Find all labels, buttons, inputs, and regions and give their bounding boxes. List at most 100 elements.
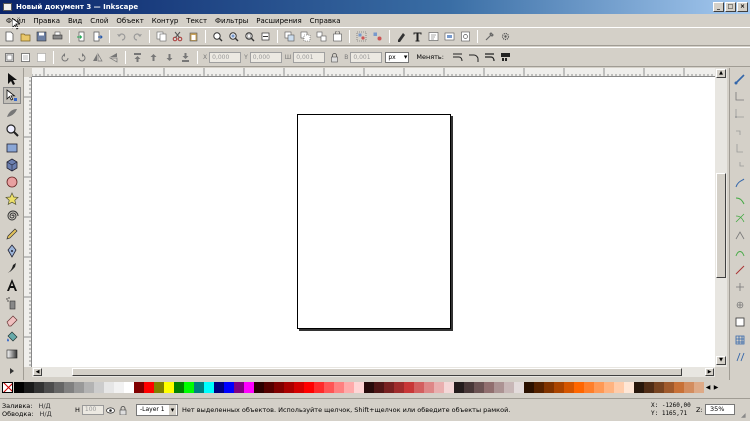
vertical-scroll-thumb[interactable] (716, 173, 726, 278)
color-swatch[interactable] (514, 381, 524, 393)
copy-button[interactable] (155, 30, 168, 43)
color-swatch[interactable] (324, 381, 334, 393)
undo-button[interactable] (115, 30, 128, 43)
color-swatch[interactable] (554, 381, 564, 393)
y-input[interactable]: 0,000 (249, 51, 282, 63)
width-field[interactable]: Ш 0,001 (285, 51, 326, 63)
color-swatch[interactable] (664, 381, 674, 393)
snap-object-midpoints[interactable] (733, 279, 748, 296)
width-input[interactable]: 0,001 (293, 51, 326, 63)
color-swatch[interactable] (464, 381, 474, 393)
selector-tool[interactable] (3, 70, 21, 87)
color-swatch[interactable] (294, 381, 304, 393)
color-swatch[interactable] (524, 381, 534, 393)
palette-scroll-right-icon[interactable]: ▶ (712, 382, 720, 393)
color-swatch[interactable] (444, 381, 454, 393)
color-swatch[interactable] (224, 381, 234, 393)
new-document-button[interactable] (3, 30, 16, 43)
spiral-tool[interactable] (3, 208, 21, 225)
maximize-button[interactable]: □ (725, 2, 736, 12)
snap-bbox[interactable] (733, 87, 748, 104)
color-swatch[interactable] (94, 381, 104, 393)
color-swatch[interactable] (344, 381, 354, 393)
scroll-right-arrow-icon[interactable]: ▶ (705, 368, 714, 376)
color-swatch[interactable] (474, 381, 484, 393)
x-coordinate-field[interactable]: X 0,000 (203, 51, 242, 63)
toolbox-expand[interactable] (3, 363, 21, 380)
color-swatch[interactable] (594, 381, 604, 393)
height-field[interactable]: В 0,001 (344, 51, 383, 63)
color-swatch[interactable] (614, 381, 624, 393)
x-input[interactable]: 0,000 (209, 51, 242, 63)
paste-button[interactable] (187, 30, 200, 43)
save-button[interactable] (35, 30, 48, 43)
scale-corners-toggle[interactable] (467, 51, 480, 64)
vertical-ruler[interactable] (24, 77, 32, 367)
color-swatch[interactable] (304, 381, 314, 393)
color-swatch[interactable] (534, 381, 544, 393)
lower-to-bottom-button[interactable] (179, 51, 192, 64)
close-button[interactable]: × (737, 2, 748, 12)
zoom-drawing-button[interactable] (227, 30, 240, 43)
open-button[interactable] (19, 30, 32, 43)
color-swatch[interactable] (434, 381, 444, 393)
color-swatch[interactable] (574, 381, 584, 393)
color-swatch[interactable] (144, 381, 154, 393)
document-properties-button[interactable] (459, 30, 472, 43)
color-swatch[interactable] (274, 381, 284, 393)
no-color-swatch[interactable] (2, 381, 13, 393)
color-swatch[interactable] (234, 381, 244, 393)
color-swatch[interactable] (334, 381, 344, 393)
vertical-scrollbar[interactable]: ▲ ▼ (715, 68, 727, 367)
color-swatch[interactable] (694, 381, 704, 393)
color-swatch[interactable] (544, 381, 554, 393)
minimize-button[interactable]: _ (713, 2, 724, 12)
color-swatch[interactable] (74, 381, 84, 393)
pencil-tool[interactable] (3, 225, 21, 242)
preferences-button[interactable] (483, 30, 496, 43)
zoom-page-button[interactable] (243, 30, 256, 43)
color-swatch[interactable] (64, 381, 74, 393)
menu-object[interactable]: Объект (116, 17, 143, 25)
snap-nodes[interactable] (733, 174, 748, 191)
unlink-clone-button[interactable] (315, 30, 328, 43)
color-swatch[interactable] (384, 381, 394, 393)
tweak-tool[interactable] (3, 104, 21, 121)
color-swatch[interactable] (134, 381, 144, 393)
color-swatch[interactable] (284, 381, 294, 393)
color-swatch[interactable] (44, 381, 54, 393)
lower-button[interactable] (163, 51, 176, 64)
snap-toggle[interactable] (733, 70, 748, 87)
current-layer-select[interactable]: -Layer 1 (136, 404, 178, 416)
palette-scroll-left-icon[interactable]: ◀ (704, 382, 712, 393)
rotate-ccw-button[interactable] (59, 51, 72, 64)
scroll-down-arrow-icon[interactable]: ▼ (716, 356, 726, 365)
snap-rotation-center[interactable] (733, 296, 748, 313)
align-distribute-button[interactable] (443, 30, 456, 43)
pen-tool[interactable] (3, 242, 21, 259)
height-input[interactable]: 0,001 (350, 51, 383, 63)
transform-patterns-toggle[interactable] (499, 51, 512, 64)
color-swatch[interactable] (14, 381, 24, 393)
horizontal-ruler[interactable] (32, 68, 715, 77)
layer-lock-icon[interactable] (118, 405, 128, 415)
color-swatch[interactable] (174, 381, 184, 393)
color-swatch[interactable] (354, 381, 364, 393)
color-swatch[interactable] (264, 381, 274, 393)
color-swatch[interactable] (314, 381, 324, 393)
snap-page-border[interactable] (733, 313, 748, 330)
horizontal-scrollbar[interactable]: ◀ ▶ (32, 367, 715, 377)
flip-vertical-button[interactable] (107, 51, 120, 64)
color-swatch[interactable] (454, 381, 464, 393)
color-swatch[interactable] (204, 381, 214, 393)
resize-grip-icon[interactable]: ◢ (741, 412, 749, 420)
fill-stroke-indicator[interactable]: Заливка: Н/Д Обводка: Н/Д (2, 402, 52, 418)
snap-intersections[interactable] (733, 209, 748, 226)
group-button[interactable] (355, 30, 368, 43)
ellipse-tool[interactable] (3, 173, 21, 190)
print-button[interactable] (51, 30, 64, 43)
zoom-tool[interactable] (3, 122, 21, 139)
spray-tool[interactable] (3, 294, 21, 311)
color-swatch[interactable] (154, 381, 164, 393)
color-swatch[interactable] (254, 381, 264, 393)
